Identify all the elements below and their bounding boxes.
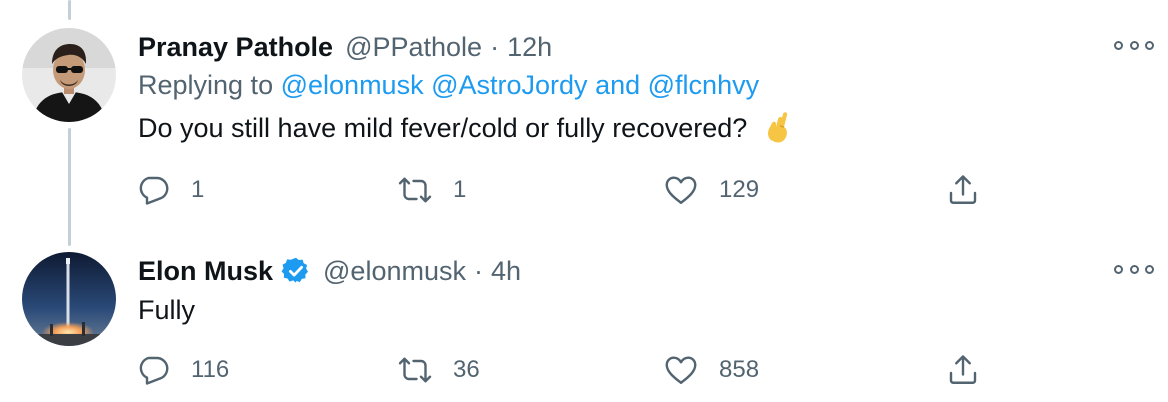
- reply-button[interactable]: 1: [135, 170, 204, 210]
- tweet-main[interactable]: Elon Musk @elonmusk · 4h Fully 116 36 85…: [0, 230, 1168, 402]
- tweet-text-content: Fully: [138, 295, 196, 325]
- profile-photo-sunglasses: [22, 28, 116, 122]
- separator-dot: ·: [490, 31, 500, 62]
- more-options-button[interactable]: [1114, 262, 1154, 276]
- tweet-body: Elon Musk @elonmusk · 4h Fully: [138, 252, 1108, 330]
- avatar[interactable]: [22, 252, 116, 346]
- display-name[interactable]: Pranay Pathole: [138, 32, 333, 63]
- timestamp[interactable]: 4h: [491, 256, 521, 287]
- retweet-icon: [398, 357, 432, 383]
- tweet-actions: 1 1 129: [135, 170, 995, 210]
- heart-icon: [665, 356, 697, 384]
- tweet-text: Fully: [138, 290, 1108, 330]
- display-name[interactable]: Elon Musk: [138, 256, 273, 287]
- retweet-count: 36: [453, 356, 480, 383]
- like-button[interactable]: 129: [663, 170, 759, 210]
- reply-icon: [139, 356, 169, 385]
- reply-button[interactable]: 116: [135, 350, 229, 390]
- share-button[interactable]: [945, 170, 981, 210]
- tweet-text: Do you still have mild fever/cold or ful…: [138, 108, 1108, 148]
- mention-link[interactable]: @AstroJordy: [431, 70, 587, 100]
- user-handle[interactable]: @elonmusk: [323, 256, 466, 287]
- mention-link[interactable]: @flcnhvy: [648, 70, 759, 100]
- verified-badge-icon: [281, 256, 311, 286]
- profile-photo-rocket-launch: [22, 252, 116, 346]
- mention-link[interactable]: @elonmusk: [281, 70, 424, 100]
- tweet-body: Pranay Pathole @PPathole · 12h Replying …: [138, 28, 1108, 148]
- tweet-reply[interactable]: Pranay Pathole @PPathole · 12h Replying …: [0, 0, 1168, 230]
- heart-icon: [665, 176, 697, 204]
- separator-dot: ·: [473, 255, 483, 286]
- tweet-header: Elon Musk @elonmusk · 4h: [138, 252, 1108, 290]
- retweet-count: 1: [453, 176, 467, 203]
- retweet-button[interactable]: 1: [397, 170, 466, 210]
- tweet-header: Pranay Pathole @PPathole · 12h: [138, 28, 1108, 66]
- like-button[interactable]: 858: [663, 350, 759, 390]
- share-icon: [949, 175, 977, 204]
- reply-icon: [139, 176, 169, 205]
- and-label: and: [595, 70, 641, 100]
- share-button[interactable]: [945, 350, 981, 390]
- more-options-button[interactable]: [1114, 38, 1154, 52]
- reply-count: 116: [191, 356, 230, 383]
- retweet-icon: [398, 177, 432, 203]
- tweet-actions: 116 36 858: [135, 350, 995, 390]
- timestamp[interactable]: 12h: [507, 32, 552, 63]
- avatar[interactable]: [22, 28, 116, 122]
- replying-to-label: Replying to: [138, 70, 274, 100]
- replying-to: Replying to @elonmusk @AstroJordy and @f…: [138, 66, 1108, 108]
- retweet-button[interactable]: 36: [397, 350, 480, 390]
- tweet-text-content: Do you still have mild fever/cold or ful…: [138, 113, 748, 143]
- user-handle[interactable]: @PPathole: [345, 32, 482, 63]
- like-count: 858: [719, 356, 760, 383]
- share-icon: [949, 355, 977, 384]
- like-count: 129: [719, 176, 760, 203]
- reply-count: 1: [191, 176, 205, 203]
- crossed-fingers-icon: [763, 111, 793, 145]
